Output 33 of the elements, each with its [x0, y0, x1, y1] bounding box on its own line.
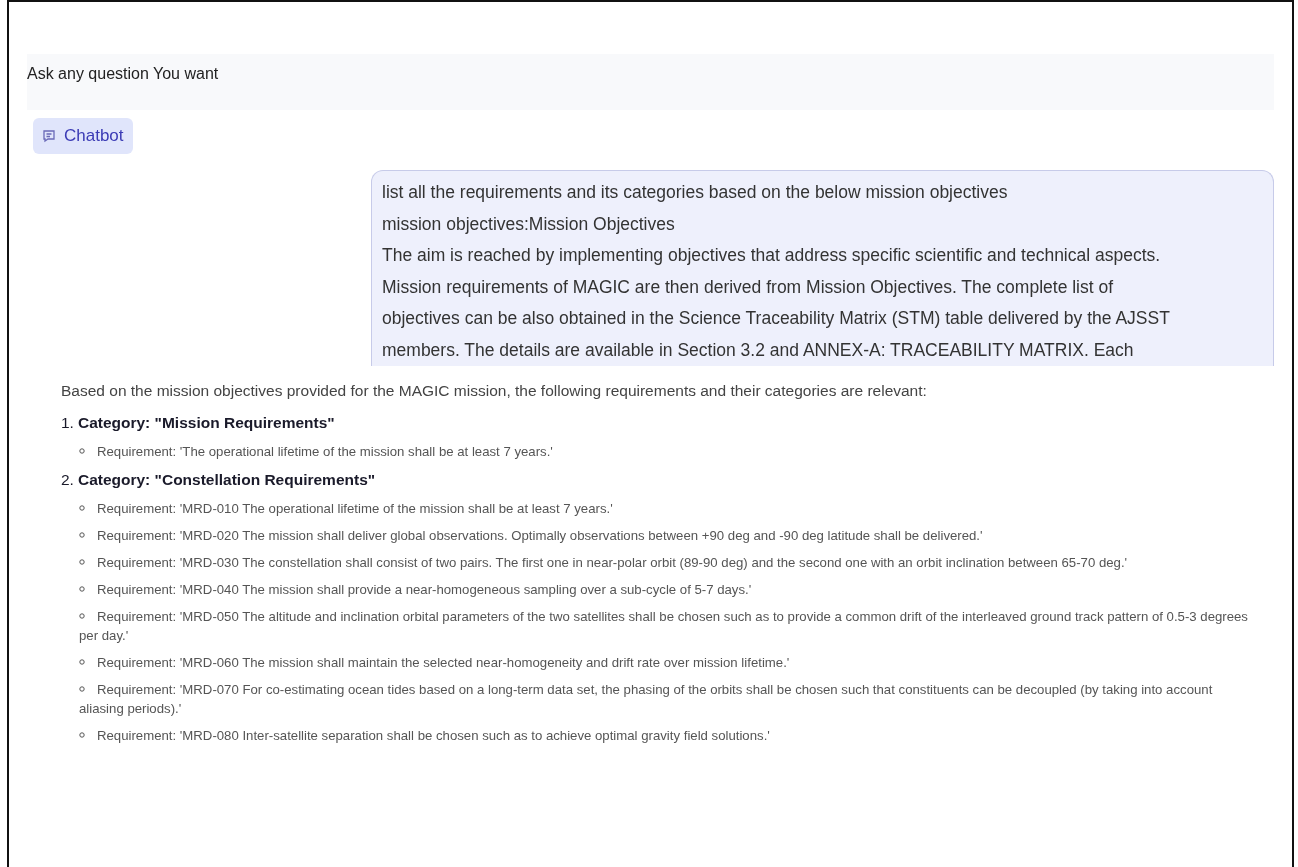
- requirement-item: Requirement: 'MRD-070 For co-estimating ocean tides based on a long-term data set, the phasing of the orbits shall be chosen such that constituents can be decoupled (by taking into account aliasing periods).': [79, 681, 1214, 718]
- question-placeholder: Ask any question You want: [27, 65, 219, 83]
- message-line: list all the requirements and its categories based on the below mission objectives: [382, 181, 1009, 204]
- category-title: Category: "Constellation Requirements": [77, 471, 376, 489]
- requirement-item: Requirement: 'MRD-030 The constellation shall consist of two pairs. The first one in near-polar orbit (89-90 deg) and the second one with an orbit inclination between 65-70 deg.': [79, 553, 1249, 572]
- requirement-item: Requirement: 'The operational lifetime of the mission shall be at least 7 years.': [79, 442, 1249, 461]
- requirement-item: Requirement: 'MRD-050 The altitude and inclination orbital parameters of the two satellites shall be chosen such as to provide a common drift of the interleaved ground track pattern of 0.5-3 degrees per day.': [79, 608, 1249, 645]
- bullet-icon: [79, 532, 85, 538]
- category-title: Category: "Mission Requirements": [77, 414, 335, 432]
- chatbot-label: Chatbot: [33, 118, 133, 154]
- bullet-icon: [79, 613, 85, 619]
- requirement-item: Requirement: 'MRD-020 The mission shall deliver global observations. Optimally observations between +90 deg and -90 deg latitude shall be delivered.': [79, 526, 1249, 545]
- bullet-icon: [79, 586, 85, 592]
- message-line: Mission requirements of MAGIC are then derived from Mission Objectives. The complete list of: [382, 275, 1115, 299]
- requirement-item: Requirement: 'MRD-060 The mission shall maintain the selected near-homogeneity and drift rate over mission lifetime.': [79, 653, 1249, 672]
- requirement-item: Requirement: 'MRD-080 Inter-satellite separation shall be chosen such as to achieve optimal gravity field solutions.': [79, 726, 1249, 745]
- message-line: members. The details are available in Section 3.2 and ANNEX-A: TRACEABILITY MATRIX. Each: [382, 338, 1135, 362]
- bullet-icon: [79, 505, 85, 511]
- bullet-icon: [79, 448, 85, 454]
- bullet-icon: [79, 732, 85, 738]
- answer-intro: Based on the mission objectives provided for the MAGIC mission, the following requirements and their categories are relevant:: [61, 382, 928, 400]
- list-number: 2.: [61, 471, 74, 489]
- message-line: The aim is reached by implementing objectives that address specific scientific and technical aspects.: [382, 244, 1162, 267]
- requirement-item: Requirement: 'MRD-040 The mission shall provide a near-homogeneous sampling over a sub-cycle of 5-7 days.': [79, 580, 1249, 599]
- message-line: objectives can be also obtained in the Science Traceability Matrix (STM) table delivered by the AJSST: [382, 307, 1171, 330]
- requirement-item: Requirement: 'MRD-010 The operational lifetime of the mission shall be at least 7 years.': [79, 499, 1249, 518]
- chat-icon: [42, 129, 56, 143]
- message-line: mission objectives:Mission Objectives: [382, 212, 676, 236]
- bullet-icon: [79, 559, 85, 565]
- bullet-icon: [79, 686, 85, 692]
- list-number: 1.: [61, 414, 74, 432]
- bullet-icon: [79, 659, 85, 665]
- question-field[interactable]: Ask any question You want: [27, 54, 1274, 110]
